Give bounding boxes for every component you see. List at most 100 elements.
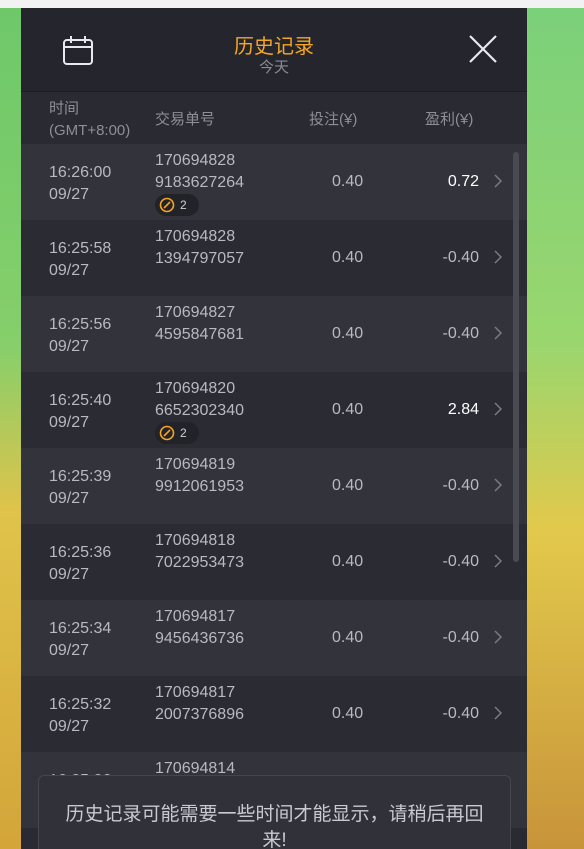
- row-date: 09/27: [49, 566, 90, 583]
- row-order-id-line1: 170694817: [155, 608, 236, 625]
- row-order-id-line2: 7022953473: [155, 554, 244, 571]
- scrollbar[interactable]: [513, 152, 519, 562]
- row-date: 09/27: [49, 642, 90, 659]
- row-profit: 2.84: [447, 401, 479, 418]
- column-header-profit: 盈利(¥): [425, 111, 474, 128]
- row-date: 09/27: [49, 262, 90, 279]
- chevron-right-icon[interactable]: [493, 400, 503, 418]
- row-order-id-line1: 170694817: [155, 684, 236, 701]
- row-profit: -0.40: [442, 249, 479, 266]
- table-row[interactable]: 16:25:32 09/27 170694817 2007376896 0.40 -0.4…: [21, 676, 527, 752]
- chevron-right-icon[interactable]: [493, 476, 503, 494]
- row-time-clock: 16:25:34: [49, 620, 112, 637]
- game-background-right: [526, 8, 584, 849]
- row-time: 16:25:32 09/27: [49, 694, 111, 738]
- row-profit: -0.40: [442, 477, 479, 494]
- row-profit: -0.40: [442, 629, 479, 646]
- chevron-right-icon[interactable]: [493, 324, 503, 342]
- date-filter-label[interactable]: 今天: [21, 56, 527, 77]
- row-bet: 0.40: [332, 401, 364, 418]
- row-order-id: 170694820 6652302340: [155, 378, 244, 422]
- table-row[interactable]: 16:25:56 09/27 170694827 4595847681 0.40 -0.4…: [21, 296, 527, 372]
- column-header-time: 时间 (GMT+8:00): [49, 98, 130, 142]
- row-date: 09/27: [49, 414, 90, 431]
- row-time: 16:25:56 09/27: [49, 314, 111, 358]
- row-time-clock: 16:25:32: [49, 696, 112, 713]
- row-order-id-line2: 4595847681: [155, 326, 244, 343]
- chevron-right-icon[interactable]: [493, 248, 503, 266]
- row-time: 16:26:00 09/27: [49, 162, 111, 206]
- table-row[interactable]: 16:25:58 09/27 170694828 1394797057 0.40 -0.4…: [21, 220, 527, 296]
- notice-toast: 历史记录可能需要一些时间才能显示，请稍后再回来!: [38, 775, 511, 849]
- row-order-id-line1: 170694828: [155, 152, 236, 169]
- column-header-time-label: 时间: [49, 100, 80, 117]
- row-order-id-line1: 170694820: [155, 380, 236, 397]
- row-order-id-line1: 170694827: [155, 304, 236, 321]
- row-bet: 0.40: [332, 173, 364, 190]
- row-date: 09/27: [49, 186, 90, 203]
- notice-message: 历史记录可能需要一些时间才能显示，请稍后再回来!: [65, 804, 484, 849]
- free-spin-badge: 2: [155, 422, 199, 444]
- chevron-right-icon[interactable]: [493, 628, 503, 646]
- row-order-id: 170694827 4595847681: [155, 302, 244, 346]
- column-header-timezone: (GMT+8:00): [49, 122, 131, 139]
- table-row[interactable]: 16:25:40 09/27 170694820 6652302340 2 0.40 2.8…: [21, 372, 527, 448]
- row-profit: -0.40: [442, 325, 479, 342]
- table-row[interactable]: 16:25:39 09/27 170694819 9912061953 0.40 -0.4…: [21, 448, 527, 524]
- row-profit: 0.72: [447, 173, 479, 190]
- row-order-id-line2: 9183627264: [155, 174, 244, 191]
- row-time: 16:25:58 09/27: [49, 238, 111, 282]
- row-time: 16:25:39 09/27: [49, 466, 111, 510]
- badge-count: 2: [180, 198, 187, 212]
- row-time: 16:25:34 09/27: [49, 618, 111, 662]
- table-row[interactable]: 16:25:34 09/27 170694817 9456436736 0.40 -0.4…: [21, 600, 527, 676]
- row-date: 09/27: [49, 718, 90, 735]
- row-time-clock: 16:25:58: [49, 240, 112, 257]
- row-bet: 0.40: [332, 553, 364, 570]
- row-bet: 0.40: [332, 705, 364, 722]
- row-bet: 0.40: [332, 249, 364, 266]
- row-bet: 0.40: [332, 629, 364, 646]
- close-icon[interactable]: [467, 33, 499, 65]
- browser-top-strip: [0, 0, 584, 8]
- row-time-clock: 16:25:40: [49, 392, 112, 409]
- table-header: 时间 (GMT+8:00) 交易单号 投注(¥) 盈利(¥): [21, 92, 527, 144]
- row-order-id-line2: 1394797057: [155, 250, 244, 267]
- row-order-id: 170694818 7022953473: [155, 530, 244, 574]
- row-time-clock: 16:25:39: [49, 468, 112, 485]
- row-order-id: 170694819 9912061953: [155, 454, 244, 498]
- coin-icon: [159, 425, 175, 441]
- row-order-id: 170694828 1394797057: [155, 226, 244, 270]
- column-header-bet: 投注(¥): [309, 111, 358, 128]
- chevron-right-icon[interactable]: [493, 172, 503, 190]
- coin-icon: [159, 197, 175, 213]
- table-row[interactable]: 16:26:00 09/27 170694828 9183627264 2 0.40 0.7…: [21, 144, 527, 220]
- history-list: 16:26:00 09/27 170694828 9183627264 2 0.40 0.7…: [21, 144, 527, 828]
- row-time: 16:25:40 09/27: [49, 390, 111, 434]
- row-order-id-line1: 170694819: [155, 456, 236, 473]
- row-date: 09/27: [49, 338, 90, 355]
- row-bet: 0.40: [332, 325, 364, 342]
- row-order-id-line1: 170694828: [155, 228, 236, 245]
- panel-header: 历史记录 今天: [21, 8, 527, 92]
- column-header-order-id: 交易单号: [155, 111, 216, 128]
- row-time-clock: 16:25:56: [49, 316, 112, 333]
- badge-count: 2: [180, 426, 187, 440]
- chevron-right-icon[interactable]: [493, 704, 503, 722]
- table-row[interactable]: 16:25:36 09/27 170694818 7022953473 0.40 -0.4…: [21, 524, 527, 600]
- chevron-right-icon[interactable]: [493, 552, 503, 570]
- row-profit: -0.40: [442, 553, 479, 570]
- row-order-id: 170694828 9183627264: [155, 150, 244, 194]
- row-order-id: 170694817 2007376896: [155, 682, 244, 726]
- row-time-clock: 16:26:00: [49, 164, 112, 181]
- row-order-id-line1: 170694818: [155, 532, 236, 549]
- free-spin-badge: 2: [155, 194, 199, 216]
- row-time: 16:25:36 09/27: [49, 542, 111, 586]
- history-panel: 历史记录 今天 时间 (GMT+8:00) 交易单号 投注(¥) 盈利(¥) 1…: [21, 8, 527, 849]
- row-order-id-line2: 2007376896: [155, 706, 244, 723]
- row-order-id: 170694817 9456436736: [155, 606, 244, 650]
- row-bet: 0.40: [332, 477, 364, 494]
- row-order-id-line2: 6652302340: [155, 402, 244, 419]
- row-date: 09/27: [49, 490, 90, 507]
- page-title: 历史记录: [234, 36, 314, 58]
